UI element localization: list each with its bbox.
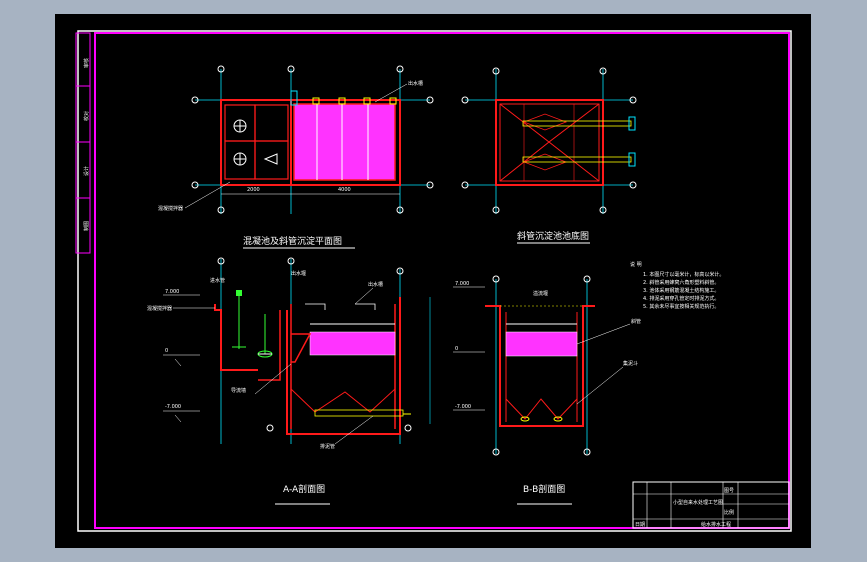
notes-block: 说 明 1. 本图尺寸以毫米计，标高以米计。 2. 斜管采用蜂窝六角形塑料斜管。…: [630, 261, 724, 310]
a-label-sludge: 排泥管: [320, 443, 335, 450]
a-elev-top: 7.000: [165, 289, 179, 295]
plan-dim-left: 2000: [247, 187, 260, 193]
note-item-1: 2. 斜管采用蜂窝六角形塑料斜管。: [643, 279, 719, 286]
side-label-3: 制图: [83, 221, 90, 231]
side-label-1: 校对: [83, 111, 90, 121]
plan-label-mixer: 混凝搅拌器: [158, 205, 183, 212]
b-label-tube: 斜管: [631, 318, 641, 325]
note-item-3: 4. 排泥采用穿孔管定时排泥方式。: [643, 295, 719, 302]
b-elev-bot: -7.000: [455, 404, 471, 410]
plan-view: 2000 4000 出水槽 混凝搅拌器 混凝池及斜管沉淀平面图: [158, 65, 434, 249]
note-item-0: 1. 本图尺寸以毫米计，标高以米计。: [643, 271, 724, 278]
side-label-2: 设计: [83, 166, 90, 176]
b-elev-mid: 0: [455, 346, 458, 352]
tb-scale: 比例: [724, 509, 734, 516]
a-label-mixer: 混凝搅拌器: [147, 305, 172, 312]
cad-drawing: 审核 校对 设计 制图 2000 4000 出水槽 混凝搅拌器 混凝池及斜管沉淀…: [75, 30, 792, 532]
b-label-slope: 集泥斗: [623, 360, 638, 367]
b-elev-top: 7.000: [455, 281, 469, 287]
note-item-2: 3. 池体采用钢筋混凝土结构施工。: [643, 287, 719, 294]
side-label-0: 审核: [83, 58, 90, 68]
tb-date: 日期: [635, 522, 645, 528]
note-item-4: 5. 其余未尽事宜按相关规范执行。: [643, 303, 719, 310]
notes-heading: 说 明: [630, 261, 642, 268]
a-elev-bot: -7.000: [165, 404, 181, 410]
a-label-outlet: 出水槽: [368, 281, 383, 288]
section-a-view: 7.000 0 -7.000 混凝搅拌器 进水管 出水堰 出水槽 导流墙 排泥管…: [147, 257, 431, 505]
tb-school: 给水排水工程: [701, 521, 731, 528]
plan-dim-right: 4000: [338, 187, 351, 193]
plan-label-outlet: 出水槽: [408, 80, 423, 87]
a-label-side-weir: 出水堰: [291, 270, 306, 277]
tb-project: 小型自来水处理工艺图: [673, 499, 723, 506]
title-block: 小型自来水处理工艺图 图号 比例 给水排水工程 日期: [632, 481, 790, 529]
section-b-title: B-B剖面图: [523, 483, 565, 495]
section-a-title: A-A剖面图: [283, 483, 325, 495]
bottom-view: 斜管沉淀池池底图: [461, 67, 637, 244]
b-label-overflow: 溢流堰: [533, 290, 548, 297]
a-label-baffle: 导流墙: [231, 387, 246, 394]
section-b-view: 7.000 0 -7.000 溢流堰 斜管 集泥斗 B-B剖面图: [453, 275, 641, 505]
tb-sheet-no: 图号: [724, 488, 734, 494]
a-label-inlet: 进水管: [210, 277, 225, 284]
a-elev-mid: 0: [165, 348, 168, 354]
cad-viewport[interactable]: 审核 校对 设计 制图 2000 4000 出水槽 混凝搅拌器 混凝池及斜管沉淀…: [55, 14, 811, 548]
plan-title: 混凝池及斜管沉淀平面图: [243, 235, 342, 247]
bottom-title: 斜管沉淀池池底图: [517, 230, 589, 242]
